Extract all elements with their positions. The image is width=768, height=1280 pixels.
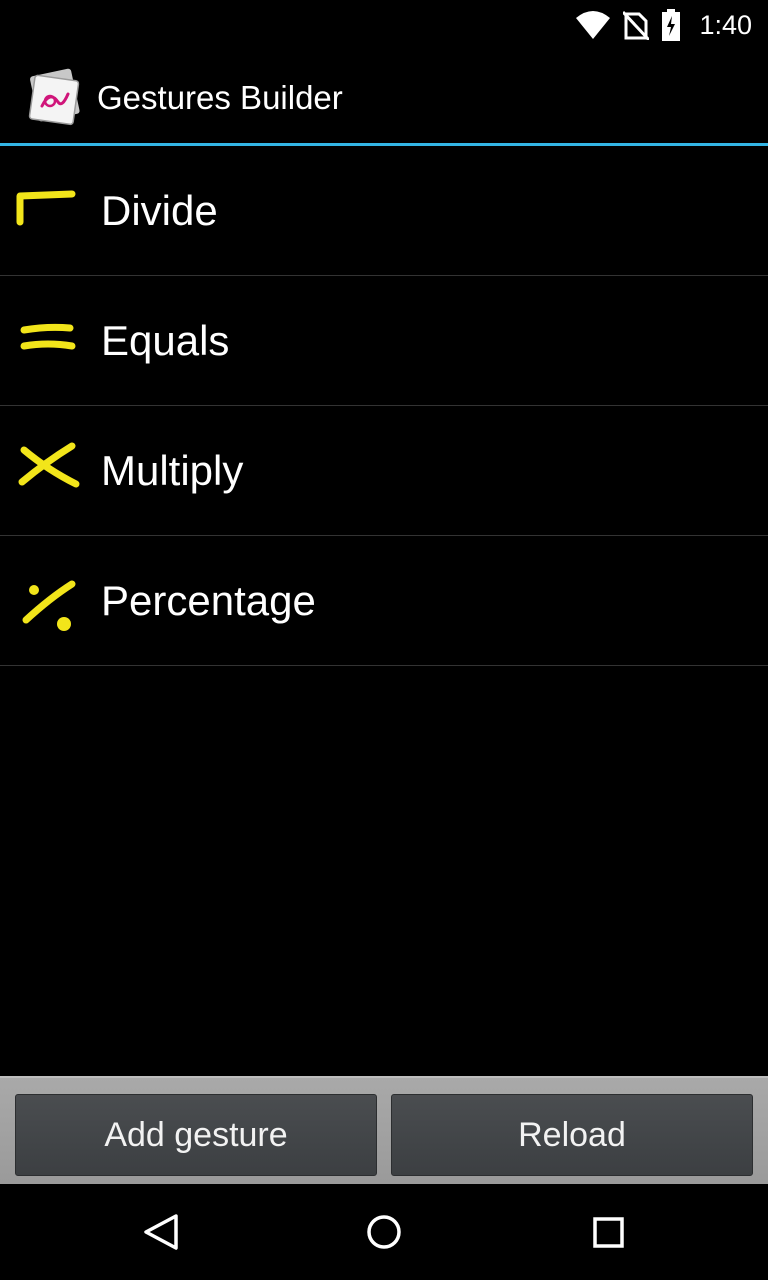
list-item[interactable]: Percentage <box>0 536 768 666</box>
nav-bar <box>0 1184 768 1280</box>
multiply-gesture-icon <box>18 442 80 488</box>
back-icon[interactable] <box>130 1202 190 1262</box>
percentage-gesture-icon <box>22 580 76 631</box>
battery-charging-icon <box>662 9 681 41</box>
list-item[interactable]: Multiply <box>0 406 768 536</box>
status-time: 1:40 <box>699 9 752 40</box>
recent-apps-icon[interactable] <box>578 1202 638 1262</box>
reload-button[interactable]: Reload <box>391 1094 753 1176</box>
no-sim-icon <box>623 10 650 40</box>
button-bar: Add gesture Reload <box>0 1076 768 1184</box>
gestures-app-icon[interactable] <box>28 66 82 126</box>
app-title: Gestures Builder <box>97 79 343 116</box>
gesture-label: Equals <box>101 317 230 364</box>
home-icon[interactable] <box>354 1202 414 1262</box>
wifi-icon <box>576 11 611 39</box>
action-bar: Gestures Builder <box>0 50 768 146</box>
gesture-label: Divide <box>101 187 218 234</box>
list-item[interactable]: Divide <box>0 146 768 276</box>
equals-gesture-icon <box>20 323 76 350</box>
status-icons: 1:40 <box>575 0 752 50</box>
add-gesture-button[interactable]: Add gesture <box>15 1094 377 1176</box>
divide-gesture-icon <box>16 190 76 226</box>
gesture-label: Multiply <box>101 447 244 494</box>
gesture-list: Divide Equals Multiply Percentage <box>0 146 768 666</box>
list-item[interactable]: Equals <box>0 276 768 406</box>
status-bar: 1:40 <box>0 0 768 50</box>
gesture-label: Percentage <box>101 577 316 624</box>
